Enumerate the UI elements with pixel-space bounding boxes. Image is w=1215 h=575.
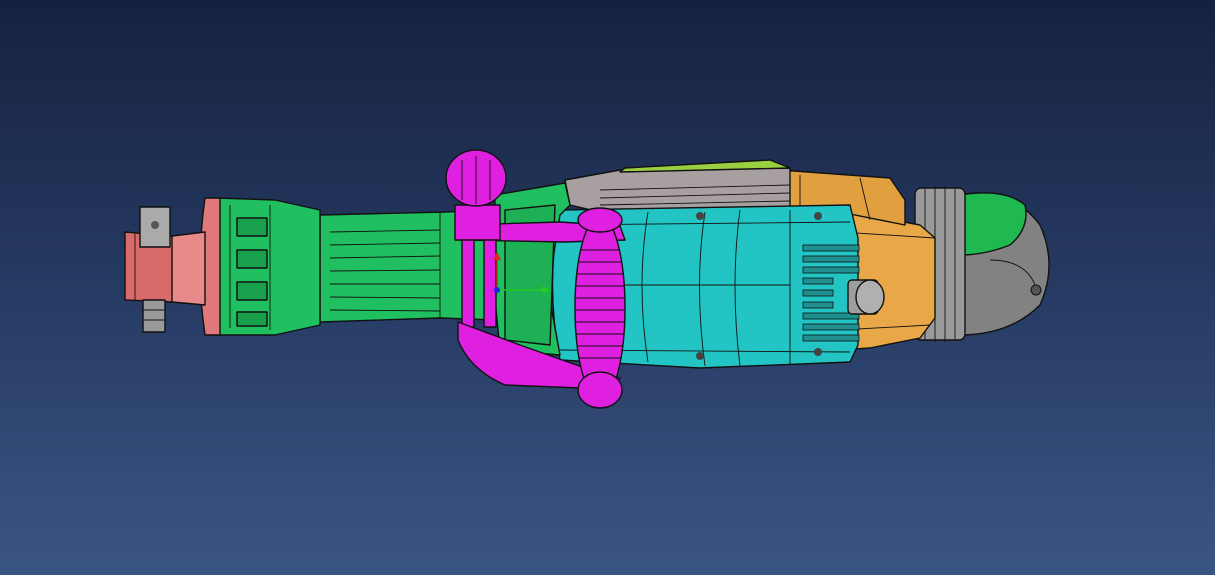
selector-knob[interactable] xyxy=(847,279,885,315)
chuck[interactable] xyxy=(124,197,221,336)
drill-model[interactable] xyxy=(0,0,1215,575)
gear-housing[interactable] xyxy=(214,182,571,356)
top-cover[interactable] xyxy=(564,159,791,213)
3d-viewport[interactable] xyxy=(0,0,1215,575)
end-cap[interactable] xyxy=(959,192,1050,336)
